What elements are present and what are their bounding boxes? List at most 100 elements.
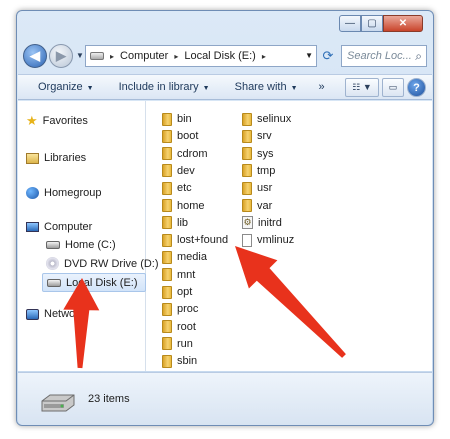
include-in-library-menu[interactable]: Include in library ▼ bbox=[119, 81, 210, 93]
image-file-icon: ⚙ bbox=[242, 216, 253, 230]
breadcrumb-separator-icon[interactable]: ▸ bbox=[262, 52, 266, 61]
star-icon: ★ bbox=[26, 113, 38, 128]
file-name: tmp bbox=[257, 164, 276, 177]
nav-homegroup[interactable]: Homegroup bbox=[26, 187, 101, 199]
content-area: ★ Favorites Libraries Homegroup Computer … bbox=[18, 101, 432, 371]
file-name: etc bbox=[177, 182, 192, 195]
caption-buttons: — ▢ ✕ bbox=[339, 15, 423, 32]
file-item[interactable]: etc bbox=[162, 180, 192, 196]
nav-libraries[interactable]: Libraries bbox=[26, 152, 86, 164]
folder-icon bbox=[242, 164, 252, 178]
file-item[interactable]: mnt bbox=[162, 267, 195, 283]
preview-pane-button[interactable]: ▭ bbox=[382, 78, 404, 97]
nav-computer[interactable]: Computer bbox=[26, 221, 92, 233]
command-bar: Organize ▼ Include in library ▼ Share with… bbox=[18, 74, 432, 100]
folder-icon bbox=[162, 250, 172, 264]
file-item[interactable]: srv bbox=[242, 128, 272, 144]
search-icon: ⌕ bbox=[415, 49, 422, 63]
folder-icon bbox=[242, 112, 252, 126]
organize-menu[interactable]: Organize ▼ bbox=[38, 81, 94, 93]
file-item[interactable]: lost+found bbox=[162, 232, 228, 248]
libraries-icon bbox=[26, 152, 39, 164]
file-list: bin boot cdrom dev etc home lib lost+found media… bbox=[146, 101, 432, 371]
network-icon bbox=[26, 308, 39, 320]
breadcrumb-computer[interactable]: Computer bbox=[120, 50, 168, 62]
folder-icon bbox=[162, 233, 172, 247]
hard-drive-icon bbox=[41, 394, 75, 412]
file-item[interactable]: usr bbox=[242, 180, 272, 196]
file-item[interactable]: bin bbox=[162, 111, 192, 127]
folder-icon bbox=[162, 354, 172, 368]
file-item[interactable]: proc bbox=[162, 301, 198, 317]
file-item[interactable]: cdrom bbox=[162, 146, 208, 162]
nav-drive-home-c[interactable]: Home (C:) bbox=[46, 239, 116, 251]
file-item[interactable]: vmlinuz bbox=[242, 232, 294, 248]
change-view-button[interactable]: ☷ ▼ bbox=[345, 78, 379, 97]
file-name: bin bbox=[177, 113, 192, 125]
file-item[interactable]: home bbox=[162, 198, 205, 214]
nav-favorites[interactable]: ★ Favorites bbox=[26, 113, 88, 128]
hard-drive-icon bbox=[46, 241, 60, 249]
chevron-down-icon: ▼ bbox=[290, 85, 298, 92]
file-name: opt bbox=[177, 286, 193, 298]
file-item[interactable]: root bbox=[162, 319, 196, 335]
folder-icon bbox=[242, 181, 252, 195]
file-name: home bbox=[177, 199, 205, 212]
file-name: lost+found bbox=[177, 234, 229, 247]
file-item[interactable]: opt bbox=[162, 284, 192, 300]
folder-icon bbox=[162, 181, 172, 195]
file-item[interactable]: dev bbox=[162, 163, 195, 179]
file-item[interactable]: boot bbox=[162, 128, 198, 144]
arrow-right-icon: ▶ bbox=[56, 48, 66, 63]
file-name: sys bbox=[257, 147, 274, 160]
refresh-icon: ⟳ bbox=[322, 48, 334, 63]
file-item[interactable]: tmp bbox=[242, 163, 275, 179]
more-commands-button[interactable]: » bbox=[319, 81, 325, 93]
file-item[interactable]: run bbox=[162, 336, 193, 352]
folder-icon bbox=[162, 337, 172, 351]
breadcrumb-separator-icon[interactable]: ▸ bbox=[110, 52, 114, 61]
file-item[interactable]: ⚙ initrd bbox=[242, 215, 282, 231]
dvd-drive-icon bbox=[46, 257, 59, 270]
file-item[interactable]: sbin bbox=[162, 353, 197, 369]
close-button[interactable]: ✕ bbox=[383, 15, 423, 32]
refresh-button[interactable]: ⟳ bbox=[319, 47, 337, 65]
folder-icon bbox=[242, 129, 252, 143]
address-bar[interactable]: ▸ Computer ▸ Local Disk (E:) ▸ ▼ bbox=[85, 45, 317, 67]
file-name: run bbox=[177, 337, 193, 350]
share-with-menu[interactable]: Share with ▼ bbox=[235, 81, 298, 93]
drive-icon bbox=[90, 52, 104, 60]
file-name: srv bbox=[257, 130, 272, 143]
file-item[interactable]: media bbox=[162, 249, 207, 265]
file-name: mnt bbox=[177, 268, 196, 281]
file-item[interactable]: var bbox=[242, 198, 272, 214]
help-button[interactable]: ? bbox=[407, 78, 426, 97]
file-name: cdrom bbox=[177, 147, 208, 160]
breadcrumb-local-disk[interactable]: Local Disk (E:) bbox=[184, 50, 256, 62]
folder-icon bbox=[162, 147, 172, 161]
preview-pane-icon: ▭ bbox=[388, 82, 398, 92]
back-button[interactable]: ◀ bbox=[23, 44, 47, 68]
address-dropdown-icon[interactable]: ▼ bbox=[305, 51, 313, 60]
search-input[interactable]: Search Loc... bbox=[347, 50, 411, 62]
file-item[interactable]: selinux bbox=[242, 111, 291, 127]
folder-icon bbox=[162, 320, 172, 334]
breadcrumb-separator-icon[interactable]: ▸ bbox=[174, 52, 178, 61]
folder-icon bbox=[242, 147, 252, 161]
recent-pages-dropdown-icon[interactable]: ▼ bbox=[76, 51, 84, 60]
forward-button[interactable]: ▶ bbox=[49, 44, 73, 68]
maximize-button[interactable]: ▢ bbox=[361, 15, 383, 32]
search-box[interactable]: Search Loc... ⌕ bbox=[341, 45, 427, 67]
file-item[interactable]: sys bbox=[242, 146, 274, 162]
file-name: sbin bbox=[177, 355, 198, 368]
nav-drive-local-disk-e[interactable]: Local Disk (E:) bbox=[42, 273, 146, 292]
file-item[interactable]: lib bbox=[162, 215, 188, 231]
file-name: selinux bbox=[257, 113, 292, 125]
file-icon bbox=[242, 233, 252, 247]
nav-network[interactable]: Network bbox=[26, 308, 84, 320]
chevron-down-icon: ▼ bbox=[86, 85, 94, 92]
minimize-button[interactable]: — bbox=[339, 15, 361, 32]
nav-drive-dvd-d[interactable]: DVD RW Drive (D:) bbox=[46, 257, 159, 270]
file-name: initrd bbox=[258, 216, 282, 229]
folder-icon bbox=[162, 285, 172, 299]
